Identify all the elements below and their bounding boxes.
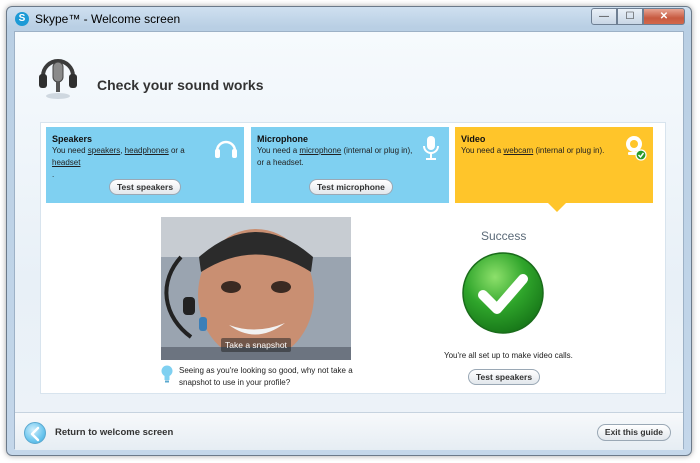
headset-microphone-icon xyxy=(39,59,77,99)
active-tab-pointer xyxy=(548,203,566,212)
microphone-title: Microphone xyxy=(257,134,308,144)
microphone-icon xyxy=(423,136,439,160)
take-snapshot-button[interactable]: Take a snapshot xyxy=(221,338,291,352)
setup-panel: Speakers You need speakers, headphones o… xyxy=(40,122,666,394)
return-to-welcome-link[interactable]: Return to welcome screen xyxy=(55,427,173,438)
headset-link[interactable]: headset xyxy=(52,158,80,167)
exit-guide-button[interactable]: Exit this guide xyxy=(596,424,671,441)
webcam-preview: Take a snapshot xyxy=(161,217,351,360)
snapshot-tip: Seeing as you're looking so good, why no… xyxy=(179,366,353,387)
video-title: Video xyxy=(461,134,486,144)
success-message: You're all set up to make video calls. xyxy=(444,351,573,360)
test-speakers-button[interactable]: Test speakers xyxy=(109,179,182,195)
video-description: You need a webcam (internal or plug in). xyxy=(461,145,621,157)
lightbulb-icon xyxy=(161,365,173,383)
page-title: Check your sound works xyxy=(97,77,264,93)
tab-microphone[interactable]: Microphone You need a microphone (intern… xyxy=(251,127,449,203)
test-microphone-button[interactable]: Test microphone xyxy=(309,179,393,195)
speakers-desc-text: You need xyxy=(52,146,88,155)
welcome-content: Check your sound works Speakers You need… xyxy=(14,31,684,450)
microphone-description: You need a microphone (internal or plug … xyxy=(257,145,417,169)
tab-video[interactable]: Video You need a webcam (internal or plu… xyxy=(455,127,653,203)
speakers-desc-end: . xyxy=(52,170,55,179)
skype-logo-icon: S xyxy=(15,12,29,26)
microphone-desc-text: You need a xyxy=(257,146,300,155)
speakers-title: Speakers xyxy=(52,134,93,144)
speakers-link[interactable]: speakers xyxy=(88,146,120,155)
back-arrow-icon[interactable] xyxy=(24,422,46,444)
window-controls: — ☐ ✕ xyxy=(591,8,685,25)
headphones-link[interactable]: headphones xyxy=(125,146,169,155)
speakers-description: You need speakers, headphones or a heads… xyxy=(52,145,212,181)
title-bar: S Skype™ - Welcome screen — ☐ ✕ xyxy=(7,7,691,31)
headphones-icon xyxy=(215,140,237,158)
tab-speakers[interactable]: Speakers You need speakers, headphones o… xyxy=(46,127,244,203)
success-check-icon xyxy=(462,252,544,334)
video-desc-text: You need a xyxy=(461,146,504,155)
skype-window: S Skype™ - Welcome screen — ☐ ✕ Check yo… xyxy=(6,6,692,456)
microphone-link[interactable]: microphone xyxy=(299,146,341,155)
maximize-button[interactable]: ☐ xyxy=(617,8,643,25)
video-desc-end: (internal or plug in). xyxy=(533,146,605,155)
success-title: Success xyxy=(481,229,527,243)
minimize-button[interactable]: — xyxy=(591,8,617,25)
speakers-desc-sep2: or a xyxy=(168,146,185,155)
close-button[interactable]: ✕ xyxy=(643,8,685,25)
footer-bar: Return to welcome screen Exit this guide xyxy=(15,412,683,450)
test-speakers-button-2[interactable]: Test speakers xyxy=(468,369,541,385)
webcam-check-icon xyxy=(626,136,647,161)
window-title: Skype™ - Welcome screen xyxy=(35,12,181,26)
webcam-link[interactable]: webcam xyxy=(503,146,533,155)
